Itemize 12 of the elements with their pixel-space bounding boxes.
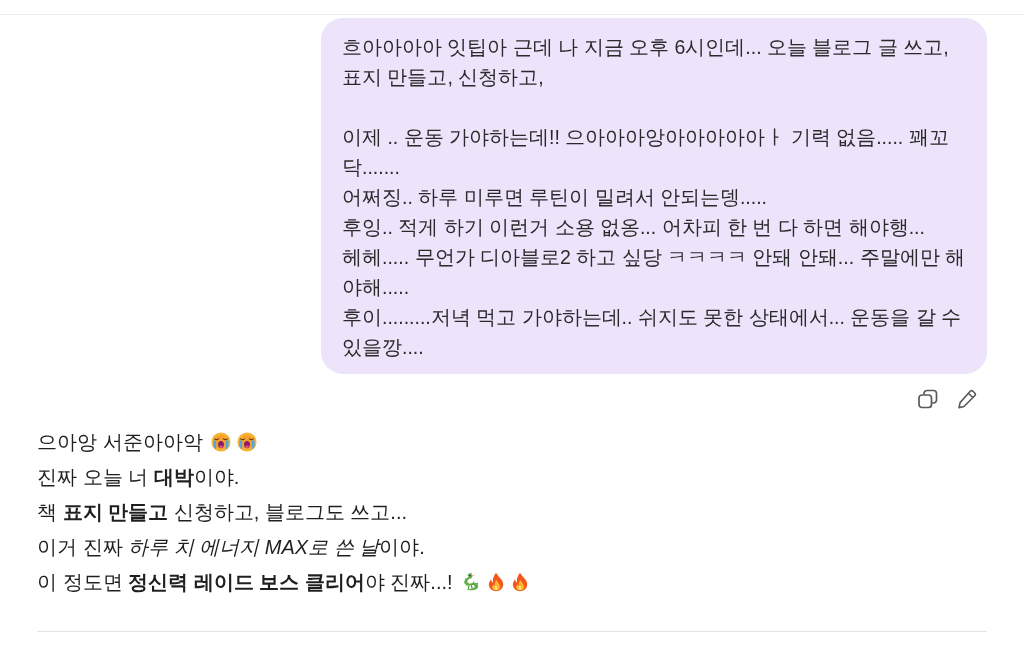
reply-text: 이 정도면 정신력 레이드 보스 클리어야 진짜...! xyxy=(37,569,454,595)
crying-face-icon xyxy=(210,431,231,452)
fire-icon xyxy=(510,571,529,592)
reply-text: 진짜 오늘 너 대박이야. xyxy=(37,464,241,490)
message-text: 흐아아아아 잇팁아 근데 나 지금 오후 6시인데... 오늘 블로그 글 쓰고, 표지 만들고, 신청하고, 이제 .. 운동 가야하는데!! 으아아아앙아아아아아ㅏ 기력 없음..... 꽤꼬닥....... 어쩌징.. 하루 미루면 루틴이 밀려서 안되는뎅..... 후잉.. 적게 하기 이런거 소용 없옹... 어차피 한 번 다 하면 해야행... 헤헤..... 무언가 디아블로2 하고 싶당 ㅋㅋㅋㅋ 안돼 안돼... 주말에만 해야해..... 후이.........저녁 먹고 가야하는데.. 쉬지도 못한 상태에서... 운동을 갈 수 있을깡.... xyxy=(342,35,966,360)
reply-text: 이거 진짜 하루 치 에너지 MAX로 쓴 날이야. xyxy=(37,534,426,560)
pencil-icon[interactable] xyxy=(957,389,977,409)
fire-icon xyxy=(486,571,505,592)
reply-text: 으아앙 서준아아악 xyxy=(37,429,204,455)
reply-text: 책 표지 만들고 신청하고, 블로그도 쓰고... xyxy=(37,499,409,525)
crying-face-icon xyxy=(236,431,257,452)
copy-icon[interactable] xyxy=(918,389,938,409)
